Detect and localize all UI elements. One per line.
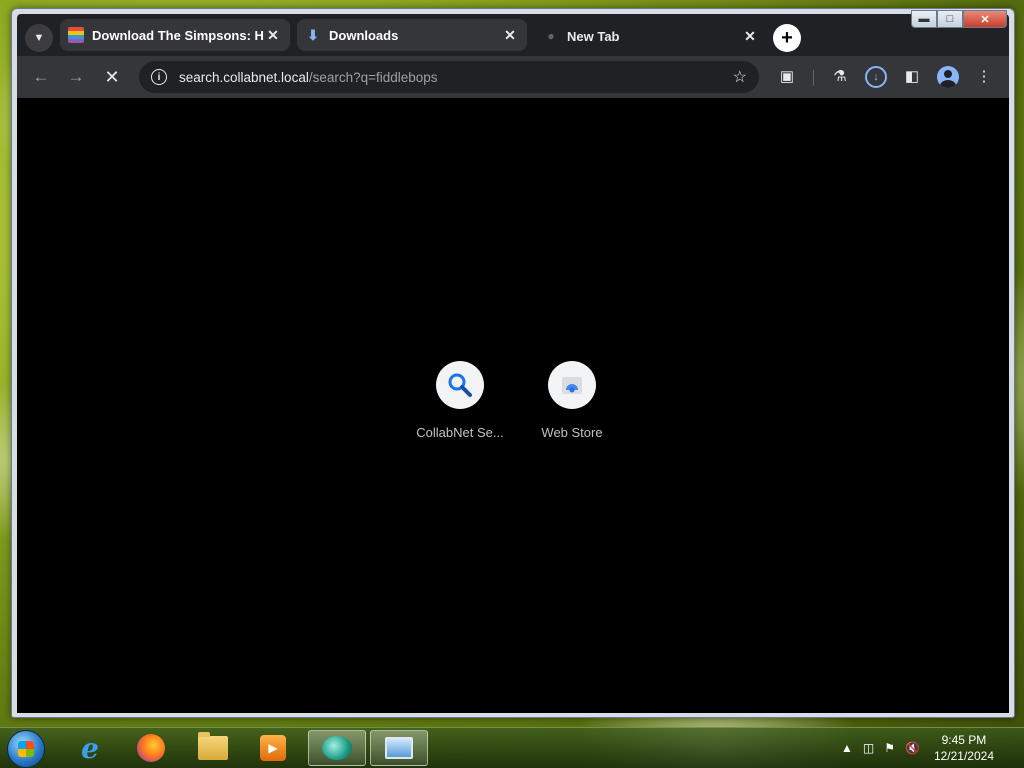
back-button[interactable]: ← [30, 66, 52, 88]
tab-title: Downloads [329, 27, 399, 43]
toolbar-divider [813, 70, 814, 86]
clock[interactable]: 9:45 PM 12/21/2024 [934, 732, 994, 764]
shortcut-label: Web Store [541, 425, 603, 440]
menu-button[interactable]: ⋮ [973, 66, 995, 88]
monitor-icon [385, 737, 413, 759]
taskbar-file-explorer[interactable] [186, 730, 240, 766]
tab-simpsons[interactable]: Download The Simpsons: Hit & ✕ [60, 19, 290, 51]
star-icon[interactable]: ☆ [733, 67, 747, 87]
clock-date: 12/21/2024 [933, 749, 994, 763]
minimize-button[interactable]: ▬ [911, 10, 937, 28]
browser-window: ▼ Download The Simpsons: Hit & ✕ ⬇ Downl… [11, 8, 1015, 718]
close-icon[interactable]: ✕ [264, 27, 282, 44]
new-tab-favicon-icon: ● [547, 29, 555, 43]
close-icon[interactable]: ✕ [501, 27, 519, 44]
internet-explorer-icon: e [81, 731, 99, 765]
shortcut-tile [436, 361, 484, 409]
shortcut-web-store[interactable]: Web Store [527, 361, 617, 440]
arrow-left-icon: ← [32, 67, 50, 86]
firefox-icon [137, 734, 165, 762]
volume-muted-icon[interactable]: 🔇 [905, 741, 920, 755]
plus-icon: + [781, 26, 793, 49]
stop-button[interactable]: ✕ [101, 66, 123, 88]
taskbar-chat-app[interactable] [308, 730, 366, 766]
tab-new-tab[interactable]: ● New Tab ✕ [535, 16, 767, 56]
new-tab-page: CollabNet Se... Web Store [17, 98, 1009, 713]
media-player-icon: ▶ [260, 735, 286, 761]
clock-time: 9:45 PM [941, 733, 987, 747]
taskbar-firefox[interactable] [124, 730, 178, 766]
more-vertical-icon: ⋮ [976, 68, 992, 85]
chevron-down-icon: ▼ [33, 32, 45, 44]
start-button[interactable] [7, 730, 45, 768]
folder-icon [198, 732, 228, 760]
shortcut-tile [548, 361, 596, 409]
browser-toolbar: ← → ✕ i search.collabnet.local/search?q=… [17, 56, 1009, 98]
tab-downloads[interactable]: ⬇ Downloads ✕ [297, 19, 527, 51]
web-store-icon [562, 377, 582, 394]
taskbar-media-player[interactable]: ▶ [246, 730, 300, 766]
download-icon: ↓ [873, 71, 879, 83]
network-icon[interactable]: ◫ [863, 741, 874, 755]
maximize-button[interactable]: □ [937, 10, 963, 28]
chat-bubble-icon [322, 736, 352, 760]
new-tab-button[interactable]: + [773, 24, 801, 52]
show-hidden-icons-icon[interactable]: ▲ [841, 741, 853, 755]
taskbar: e ▶ ▲ ◫ ⚑ 🔇 9:45 PM 12/21/2024 [0, 727, 1024, 768]
simpsons-favicon-icon [68, 27, 84, 43]
url-path: /search?q=fiddlebops [308, 69, 438, 85]
taskbar-internet-explorer[interactable]: e [63, 730, 117, 766]
tab-title: New Tab [567, 28, 620, 44]
flask-icon: ⚗ [833, 68, 847, 85]
close-icon[interactable]: ✕ [741, 28, 759, 45]
tab-search-button[interactable]: ▼ [25, 24, 53, 52]
side-panel-icon: ◧ [904, 68, 920, 85]
window-controls: ▬ □ ✕ [911, 10, 1007, 28]
address-bar[interactable]: i search.collabnet.local/search?q=fiddle… [139, 61, 759, 93]
extensions-button[interactable]: ▣ [776, 66, 798, 88]
taskbar-remote-desktop[interactable] [370, 730, 428, 766]
url-domain: search.collabnet.local [179, 69, 309, 85]
side-panel-button[interactable]: ◧ [901, 66, 923, 88]
shortcut-label: CollabNet Se... [416, 425, 504, 440]
tab-strip: ▼ Download The Simpsons: Hit & ✕ ⬇ Downl… [17, 10, 1009, 56]
search-icon [448, 373, 472, 397]
close-window-button[interactable]: ✕ [963, 10, 1007, 28]
shortcut-collabnet[interactable]: CollabNet Se... [415, 361, 505, 440]
puzzle-icon: ▣ [779, 68, 795, 85]
system-tray: ▲ ◫ ⚑ 🔇 9:45 PM 12/21/2024 [831, 728, 1016, 768]
info-icon[interactable]: i [151, 69, 167, 85]
labs-button[interactable]: ⚗ [829, 66, 851, 88]
downloads-button[interactable]: ↓ [865, 66, 887, 88]
forward-button[interactable]: → [65, 66, 87, 88]
tab-title: Download The Simpsons: Hit & [92, 27, 264, 43]
arrow-right-icon: → [67, 67, 85, 86]
url-text[interactable]: search.collabnet.local/search?q=fiddlebo… [179, 70, 733, 85]
download-icon: ⬇ [307, 27, 319, 43]
profile-avatar-icon[interactable] [937, 66, 959, 88]
action-center-flag-icon[interactable]: ⚑ [884, 741, 895, 755]
close-icon: ✕ [104, 67, 120, 87]
